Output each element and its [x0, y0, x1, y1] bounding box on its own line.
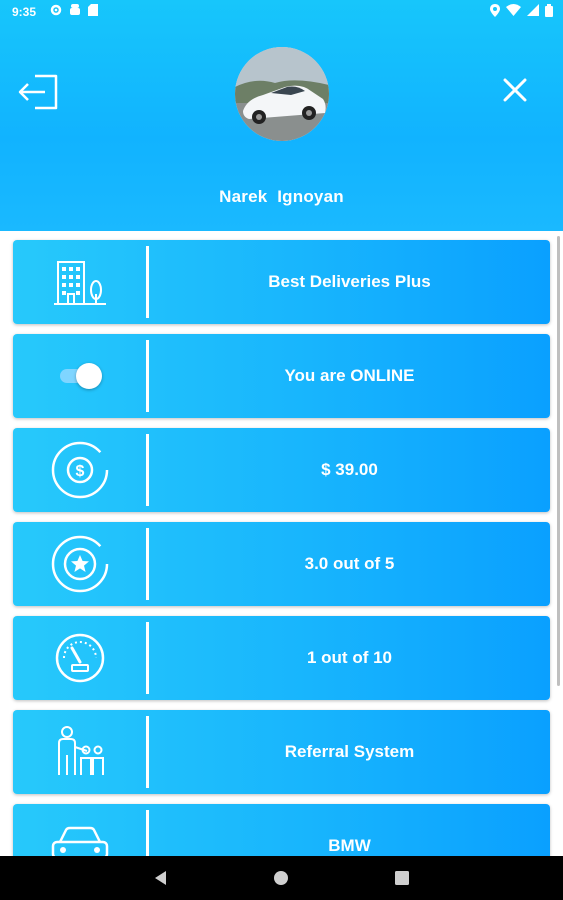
avatar[interactable]: [235, 47, 329, 141]
menu-item-vehicle[interactable]: BMW: [13, 804, 550, 856]
menu-item-level[interactable]: 1 out of 10: [13, 616, 550, 700]
status-time: 9:35: [12, 5, 37, 19]
location-icon: [490, 4, 500, 17]
wifi-icon: [506, 4, 521, 16]
menu-item-rating[interactable]: 3.0 out of 5: [13, 522, 550, 606]
rating-value: 3.0 out of 5: [304, 554, 395, 573]
close-button[interactable]: [501, 76, 529, 104]
back-icon[interactable]: [151, 868, 171, 888]
settings-icon: [50, 4, 62, 16]
scrollbar[interactable]: [557, 236, 560, 686]
referral-icon: [57, 726, 104, 775]
menu-item-company[interactable]: Best Deliveries Plus: [13, 240, 550, 324]
car-photo: [235, 47, 329, 141]
car-icon: [51, 826, 108, 856]
level-value: 1 out of 10: [306, 648, 392, 667]
star-icon: [51, 535, 108, 593]
company-name: Best Deliveries Plus: [268, 272, 431, 291]
home-icon[interactable]: [271, 868, 291, 888]
menu-item-balance[interactable]: $ $ 39.00: [13, 428, 550, 512]
menu-item-referral[interactable]: Referral System: [13, 710, 550, 794]
android-debug-icon: [70, 4, 80, 15]
profile-header: 9:35 Narek Ignoyan: [0, 0, 563, 231]
vehicle-label: BMW: [328, 836, 371, 855]
profile-menu-list[interactable]: Best Deliveries Plus You are ONLINE $ $ …: [0, 231, 563, 856]
svg-text:$: $: [75, 463, 84, 480]
referral-label: Referral System: [284, 742, 415, 761]
recents-icon[interactable]: [392, 868, 412, 888]
sd-card-icon: [88, 4, 98, 16]
building-icon: [53, 261, 106, 305]
online-status-label: You are ONLINE: [284, 366, 415, 385]
menu-item-online-status[interactable]: You are ONLINE: [13, 334, 550, 418]
logout-button[interactable]: [18, 72, 60, 112]
balance-value: $ 39.00: [321, 460, 378, 479]
speedometer-icon: [55, 633, 104, 683]
signal-icon: [527, 4, 539, 16]
logout-icon: [18, 74, 58, 110]
dollar-icon: $: [51, 441, 108, 499]
close-icon: [503, 78, 527, 102]
user-name: Narek Ignoyan: [219, 187, 344, 206]
online-toggle[interactable]: [58, 363, 102, 389]
status-bar: 9:35: [0, 0, 563, 24]
system-nav-bar: [0, 856, 563, 900]
battery-icon: [545, 4, 553, 17]
